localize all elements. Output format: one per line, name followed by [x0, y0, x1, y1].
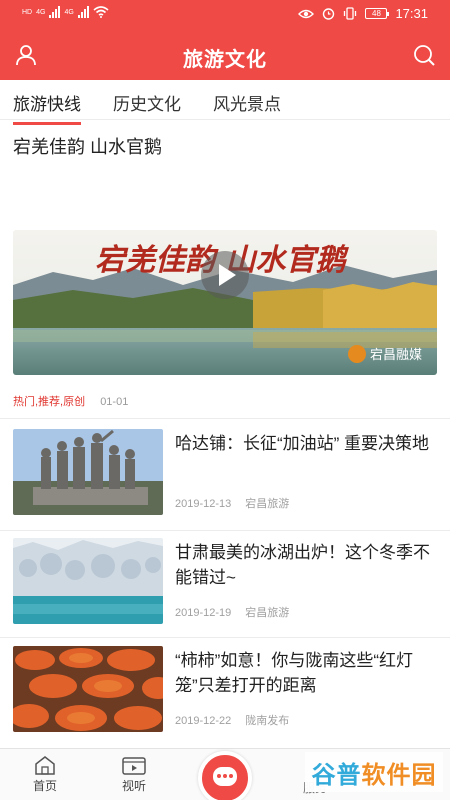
nav-video[interactable]: 视听: [104, 755, 164, 794]
news-date: 2019-12-13: [175, 498, 232, 510]
network-type-1: 4G: [36, 8, 46, 16]
news-thumbnail-persimmons: [13, 646, 163, 732]
news-title: “柿柿”如意！你与陇南这些“红灯笼”只差打开的距离: [175, 651, 413, 695]
news-source: 陇南发布: [245, 715, 290, 727]
play-icon[interactable]: [200, 250, 250, 300]
news-thumbnail-statues: [13, 429, 163, 515]
tab-tourism-express[interactable]: 旅游快线: [13, 90, 81, 125]
news-title: 甘肃最美的冰湖出炉！这个冬季不能错过~: [175, 543, 430, 587]
news-source: 宕昌旅游: [245, 607, 290, 619]
battery-icon: 48: [365, 8, 390, 19]
chat-icon: [213, 767, 237, 786]
featured-title[interactable]: 宕羌佳韵 山水官鹅: [13, 133, 162, 159]
divider: [0, 418, 450, 419]
vibrate-icon: [344, 7, 357, 20]
eye-icon: [298, 9, 315, 18]
news-title: 哈达铺：长征“加油站” 重要决策地: [175, 434, 430, 453]
news-meta: 2019-12-19 宕昌旅游: [175, 604, 289, 620]
site-watermark: 谷普 软件园: [305, 752, 443, 792]
featured-tags: 热门,推荐,原创: [13, 396, 86, 408]
home-icon: [35, 756, 55, 775]
nav-video-label: 视听: [121, 779, 146, 793]
network-type-2: 4G: [64, 8, 74, 16]
news-item[interactable]: “柿柿”如意！你与陇南这些“红灯笼”只差打开的距离 2019-12-22 陇南发布: [0, 638, 450, 748]
news-source: 宕昌旅游: [245, 498, 290, 510]
video-icon: [122, 757, 146, 775]
wifi-icon: [93, 6, 109, 18]
news-item[interactable]: 哈达铺：长征“加油站” 重要决策地 2019-12-13 宕昌旅游: [0, 421, 450, 531]
signal-icon: [77, 6, 89, 18]
news-item[interactable]: 甘肃最美的冰湖出炉！这个冬季不能错过~ 2019-12-19 宕昌旅游: [0, 530, 450, 640]
news-thumbnail-frozen-lake: [13, 538, 163, 624]
alarm-icon: [323, 8, 335, 20]
signal-icon: [49, 6, 61, 18]
banner-watermark: 宕昌融媒: [348, 345, 422, 363]
featured-date: 01-01: [100, 396, 129, 408]
nav-home-label: 首页: [32, 779, 57, 793]
news-date: 2019-12-22: [175, 715, 232, 727]
hd-indicator: HD: [22, 8, 33, 16]
featured-video-thumbnail[interactable]: 宕羌佳韵 山水官鹅 宕昌融媒: [13, 230, 437, 375]
news-meta: 2019-12-22 陇南发布: [175, 712, 289, 728]
app-header: 旅游文化: [0, 30, 450, 80]
tab-scenic-spots[interactable]: 风光景点: [213, 90, 281, 115]
center-action-button[interactable]: [198, 751, 252, 800]
news-meta: 2019-12-13 宕昌旅游: [175, 495, 289, 511]
search-icon[interactable]: [412, 43, 436, 67]
nav-home[interactable]: 首页: [15, 755, 75, 794]
status-time: 17:31: [395, 6, 428, 21]
featured-meta: 热门,推荐,原创 01-01: [13, 393, 128, 409]
svg-text:宕昌融媒: 宕昌融媒: [370, 348, 422, 363]
page-title: 旅游文化: [183, 49, 267, 71]
tab-history-culture[interactable]: 历史文化: [113, 90, 181, 115]
status-bar: HD 4G 4G 48 17:31: [0, 0, 450, 30]
category-tabs: 旅游快线 历史文化 风光景点: [0, 80, 450, 125]
news-date: 2019-12-19: [175, 607, 232, 619]
